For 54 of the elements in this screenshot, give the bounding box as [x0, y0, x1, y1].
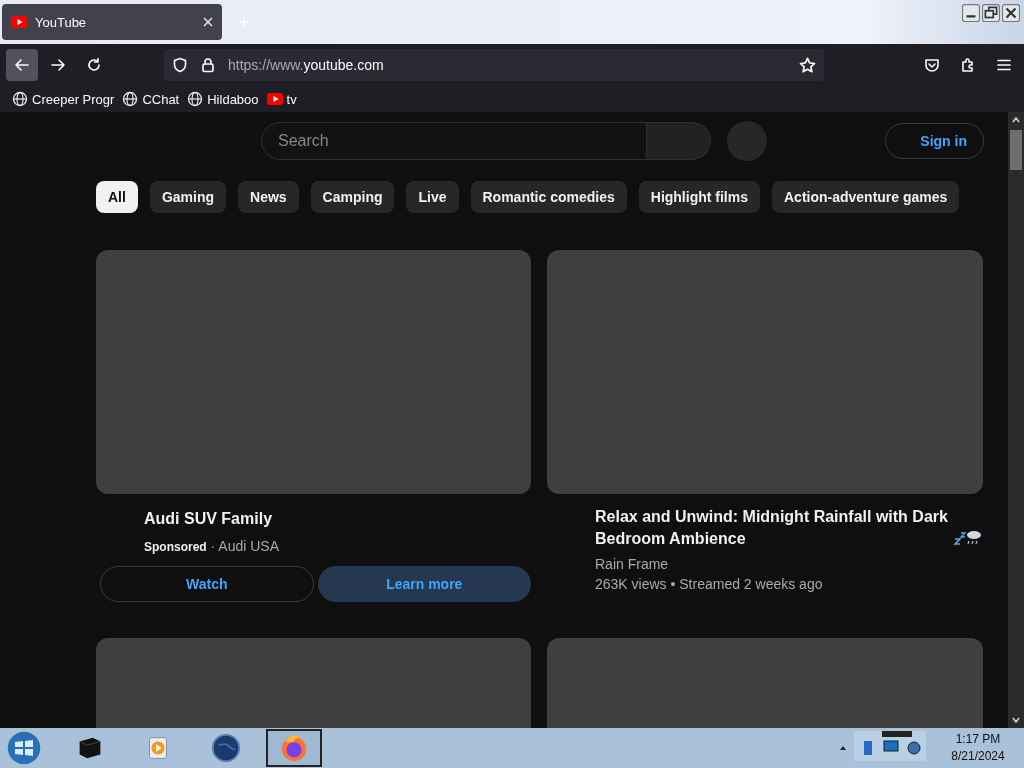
reload-icon	[86, 57, 102, 73]
start-orb-icon[interactable]	[6, 730, 42, 766]
globe-icon	[12, 91, 28, 107]
bookmark-item[interactable]: Creeper Progr	[12, 91, 115, 107]
thumbnail-placeholder[interactable]	[547, 250, 983, 494]
filter-chip[interactable]: Live	[406, 181, 459, 213]
close-icon[interactable]	[1002, 4, 1020, 22]
filter-chip[interactable]: Action-adventure games	[772, 181, 960, 213]
video-meta: 263K views • Streamed 2 weeks ago	[595, 575, 824, 594]
scrollbar[interactable]	[1008, 112, 1024, 728]
tab-title: YouTube	[35, 14, 88, 30]
filter-chip[interactable]: News	[238, 181, 299, 213]
lock-icon	[200, 57, 216, 73]
youtube-icon	[266, 91, 283, 107]
puzzle-icon	[960, 57, 976, 73]
taskbar-app[interactable]	[266, 729, 322, 767]
scroll-up-icon[interactable]	[1011, 115, 1021, 125]
filter-chip[interactable]: Highlight films	[638, 181, 760, 213]
filter-chip[interactable]: Camping	[310, 181, 395, 213]
globe-icon	[210, 732, 242, 764]
clock-date: 8/21/2024	[950, 748, 1006, 765]
sponsor-line: Sponsored · Audi USA	[144, 538, 281, 554]
scroll-down-icon[interactable]	[1011, 715, 1021, 725]
url-text: https://www.youtube.com	[228, 57, 384, 73]
restore-icon[interactable]	[982, 4, 1000, 22]
globe-icon	[122, 91, 139, 107]
video-title[interactable]: Relax and Unwind: Midnight Rainfall with Dark Bedroom Ambience	[595, 506, 950, 550]
channel-name[interactable]: Rain Frame	[595, 554, 983, 574]
filter-chip[interactable]: All	[96, 181, 138, 213]
pocket-icon	[924, 57, 940, 73]
back-button[interactable]	[6, 49, 38, 81]
menu-icon	[996, 57, 1012, 73]
forward-icon	[50, 57, 66, 73]
learn-more-button[interactable]: Learn more	[317, 566, 531, 602]
clock-time: 1:17 PM	[954, 731, 1002, 748]
sleep-rain-icon	[953, 529, 983, 547]
thumbnail-placeholder[interactable]	[96, 250, 531, 494]
tray-icons-drawing[interactable]	[854, 731, 926, 761]
filter-chip[interactable]: Gaming	[149, 181, 226, 213]
star-icon[interactable]	[799, 56, 816, 74]
shield-icon	[172, 57, 188, 73]
youtube-icon	[11, 14, 27, 30]
address-bar[interactable]: https://www.youtube.com	[164, 49, 824, 81]
bookmark-item[interactable]: CChat	[122, 91, 180, 107]
filter-chip[interactable]: Romantic comedies	[470, 181, 627, 213]
bookmark-item[interactable]: tv	[266, 91, 297, 107]
globe-icon	[187, 91, 204, 107]
minimize-icon[interactable]	[962, 4, 980, 22]
scroll-thumb[interactable]	[1010, 130, 1022, 170]
search-field[interactable]: Search	[261, 122, 647, 160]
browser-tab[interactable]: YouTube	[2, 4, 222, 40]
video-title[interactable]: Audi SUV Family	[144, 508, 531, 530]
bookmark-item[interactable]: Hildaboo	[187, 91, 259, 107]
back-icon	[14, 57, 30, 73]
